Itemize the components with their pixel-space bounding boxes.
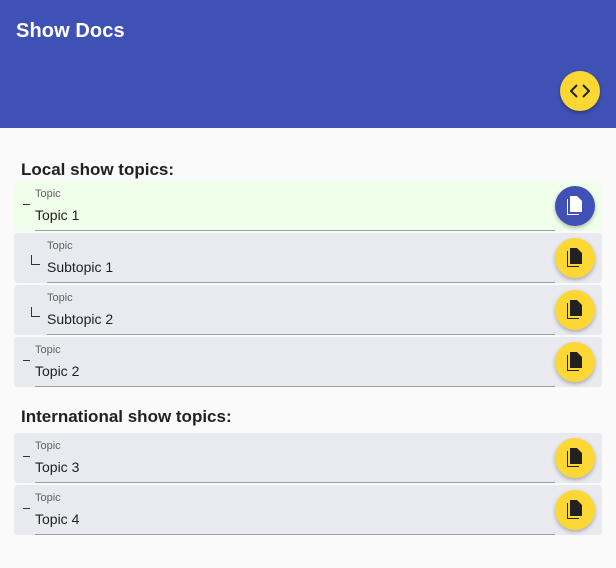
topic-field-label: Topic (47, 292, 73, 304)
topic-field-value[interactable]: Topic 2 (35, 363, 79, 379)
copy-topic-button[interactable] (555, 438, 595, 478)
copy-topic-button[interactable] (555, 238, 595, 278)
topic-input[interactable]: Topic Topic 3 (35, 433, 555, 483)
topic-field-label: Topic (35, 188, 61, 200)
content-copy-icon (567, 300, 582, 319)
topic-dash-marker (23, 508, 30, 509)
topic-row: Topic Topic 1 (14, 181, 602, 231)
topic-input[interactable]: Topic Subtopic 2 (47, 285, 555, 335)
topic-dash-marker (23, 360, 30, 361)
copy-topic-button[interactable] (555, 290, 595, 330)
topic-row: Topic Topic 3 (14, 433, 602, 483)
topic-field-value[interactable]: Subtopic 2 (47, 311, 113, 327)
content-copy-icon (567, 248, 582, 267)
topic-input[interactable]: Topic Subtopic 1 (47, 233, 555, 283)
main-content: Local show topics: Topic Topic 1 Topic S… (0, 128, 616, 535)
topic-row: Topic Subtopic 1 (14, 233, 602, 283)
topic-input[interactable]: Topic Topic 2 (35, 337, 555, 387)
topic-dash-marker (23, 456, 30, 457)
topic-field-label: Topic (35, 440, 61, 452)
content-copy-icon (567, 196, 582, 215)
topic-row: Topic Subtopic 2 (14, 285, 602, 335)
copy-topic-button[interactable] (555, 342, 595, 382)
topic-field-value[interactable]: Topic 1 (35, 207, 79, 223)
subtopic-indent-marker (31, 307, 40, 317)
copy-topic-button[interactable] (555, 490, 595, 530)
topic-field-label: Topic (35, 492, 61, 504)
topic-input[interactable]: Topic Topic 4 (35, 485, 555, 535)
topic-input[interactable]: Topic Topic 1 (35, 181, 555, 231)
topic-field-value[interactable]: Topic 3 (35, 459, 79, 475)
content-copy-icon (567, 448, 582, 467)
topic-field-label: Topic (35, 344, 61, 356)
content-copy-icon (567, 500, 582, 519)
code-fab-button[interactable] (560, 71, 600, 111)
topic-field-value[interactable]: Subtopic 1 (47, 259, 113, 275)
subtopic-indent-marker (31, 255, 40, 265)
topic-dash-marker (23, 204, 30, 205)
topic-row: Topic Topic 4 (14, 485, 602, 535)
topic-field-value[interactable]: Topic 4 (35, 511, 79, 527)
topic-field-label: Topic (47, 240, 73, 252)
international-topics-heading: International show topics: (21, 407, 232, 426)
international-topic-list: Topic Topic 3 Topic Topic 4 (14, 433, 602, 535)
code-icon (570, 84, 590, 98)
local-topic-list: Topic Topic 1 Topic Subtopic 1 Topic Sub… (14, 181, 602, 387)
local-topics-heading: Local show topics: (21, 160, 175, 179)
app-bar: Show Docs (0, 0, 616, 128)
content-copy-icon (567, 352, 582, 371)
app-title: Show Docs (16, 20, 125, 42)
copy-topic-button[interactable] (555, 186, 595, 226)
topic-row: Topic Topic 2 (14, 337, 602, 387)
